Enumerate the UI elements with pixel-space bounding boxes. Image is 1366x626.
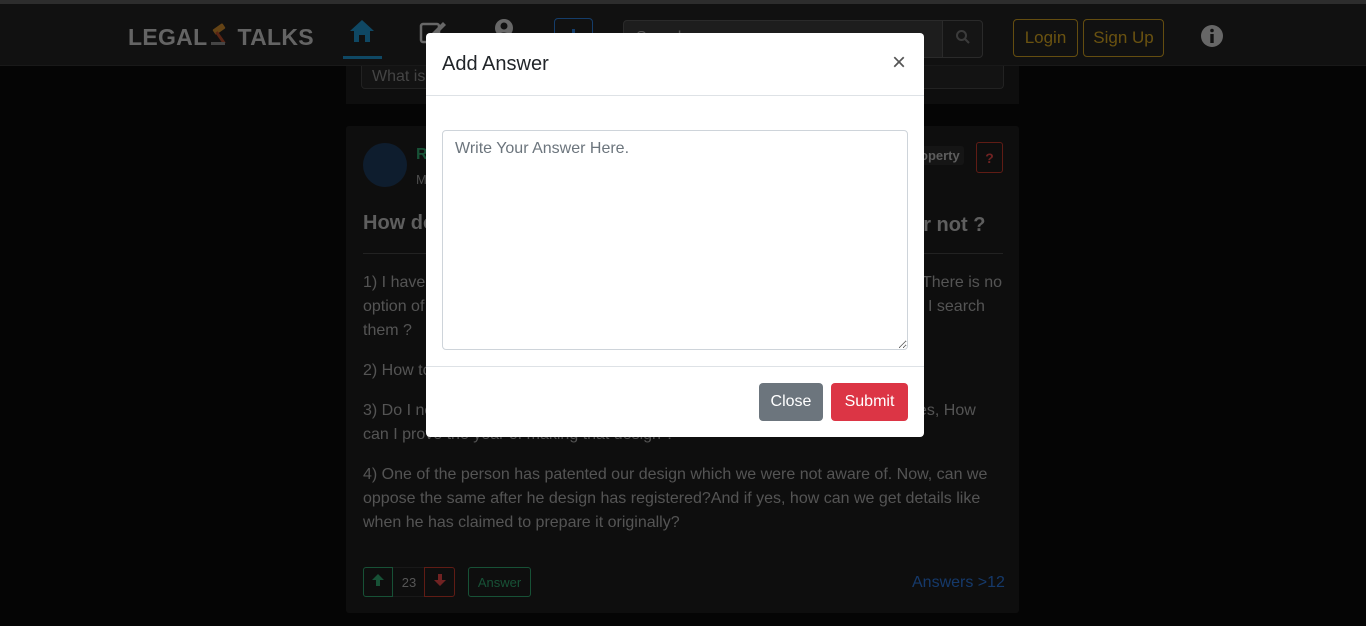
close-icon[interactable]: × bbox=[888, 50, 910, 76]
close-button[interactable]: Close bbox=[759, 383, 823, 421]
modal-footer: Close Submit bbox=[426, 366, 924, 437]
modal-title: Add Answer bbox=[442, 53, 549, 75]
add-answer-modal: Add Answer × Close Submit bbox=[426, 33, 924, 437]
answer-textarea[interactable] bbox=[442, 130, 908, 350]
modal-header: Add Answer × bbox=[426, 33, 924, 96]
submit-button[interactable]: Submit bbox=[831, 383, 908, 421]
